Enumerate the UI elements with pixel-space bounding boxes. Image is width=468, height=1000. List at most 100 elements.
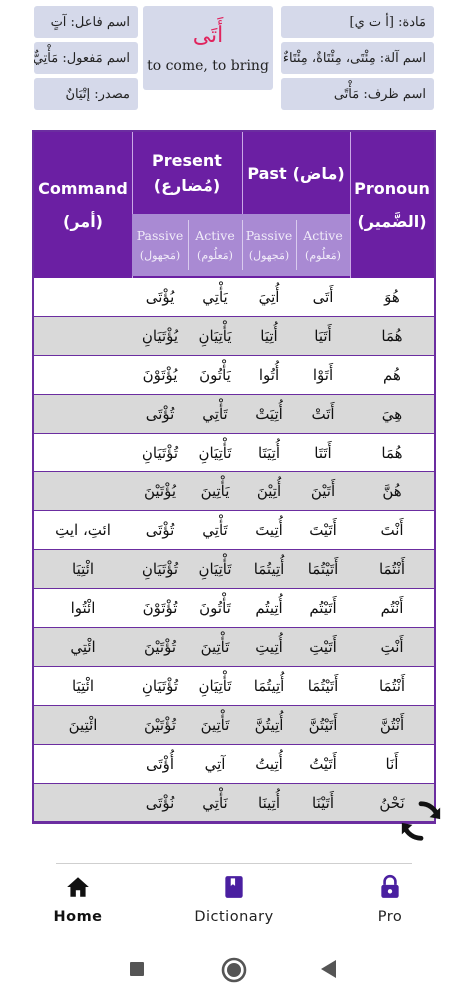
nav-dictionary-label: Dictionary [194, 909, 274, 925]
voice-subheader: Passive (مَجهول) Active (مَعلُوم) Passiv… [132, 214, 350, 276]
place-noun-box: اسم ظرف: مَأْتًى [281, 78, 434, 110]
past-active-cell: أَتَيْتِ [309, 637, 337, 656]
active-label: Active [303, 228, 343, 243]
present-active-cell: تَأْتِيَانِ [198, 676, 232, 695]
command-header-en: Command [38, 179, 128, 198]
active-label: Active [195, 228, 235, 243]
pronoun-cell: هُمَا [381, 443, 403, 462]
passive-participle-box: اسم مَفعول: مَأْتِيٌّ [34, 42, 138, 74]
present-active-cell: يَأْتِيَانِ [198, 326, 232, 345]
command-header: Command (أمر) [34, 132, 132, 278]
past-active-cell: أَتَى [312, 287, 334, 306]
bottom-navigation: Home Dictionary Pro [0, 858, 468, 942]
present-passive-header: Passive (مَجهول) [132, 214, 188, 276]
present-passive-cell: يُؤْتَوْنَ [142, 365, 178, 384]
nav-pro-label: Pro [377, 909, 403, 925]
past-active-cell: أَتَوْا [312, 365, 334, 384]
present-active-cell: تَأْتِيَانِ [198, 443, 232, 462]
table-row: أَنَا أَتَيْتُ أُتِيتُ آتِي أُؤْتَى [34, 745, 434, 784]
present-header-ar: (مُضارع) [153, 176, 221, 195]
past-passive-cell: أُتِيتَ [255, 521, 283, 540]
past-passive-header: Passive (مَجهول) [242, 214, 296, 276]
past-header: Past (ماض) [242, 132, 350, 214]
past-active-cell: أَتَيَا [314, 326, 332, 345]
past-passive-cell: أُتِيَتَا [258, 443, 280, 462]
table-row: هُم أَتَوْا أُتُوا يَأْتُونَ يُؤْتَوْنَ [34, 356, 434, 395]
present-active-cell: يَأْتِي [202, 287, 228, 306]
recents-icon[interactable] [128, 960, 146, 978]
past-active-header: Active (مَعلُوم) [296, 214, 350, 276]
present-passive-cell: أُؤْتَى [145, 754, 175, 773]
present-active-cell: تَأْتِينَ [200, 715, 230, 734]
past-active-cell: أَتَيْتُمَا [307, 560, 339, 579]
present-active-cell: آتِي [204, 754, 226, 773]
back-icon[interactable] [318, 958, 338, 980]
table-row: هِيَ أَتَتْ أُتِيَتْ تَأْتِي تُؤْتَى [34, 394, 434, 434]
past-passive-cell: أُتِينَا [258, 793, 280, 812]
present-passive-cell: تُؤْتَيَانِ [141, 443, 179, 462]
past-passive-cell: أُتِيْنَ [256, 482, 282, 501]
past-active-cell: أَتَيْنَا [312, 793, 334, 812]
past-active-cell: أَتَيْتُمَا [307, 676, 339, 695]
command-cell: ائْتِينَ [68, 715, 98, 734]
refresh-icon [401, 801, 441, 841]
conjugation-rows: هُوَ أَتَى أُتِيَ يَأْتِي يُؤْتَى هُمَا أَتَيَ… [34, 278, 434, 823]
pronoun-cell: أَنْتُمَا [378, 560, 406, 579]
present-passive-cell: تُؤْتَيَانِ [141, 560, 179, 579]
past-active-cell: أَتَيْتُنَّ [308, 715, 338, 734]
command-cell [34, 278, 132, 316]
past-active-cell: أَتَتَا [314, 443, 332, 462]
past-active-cell: أَتَيْتَ [309, 521, 337, 540]
present-passive-cell: تُؤْتَوْنَ [142, 599, 178, 618]
active-label-ar: (مَعلُوم) [197, 249, 233, 262]
present-passive-cell: نُؤْتَى [145, 793, 175, 812]
present-passive-cell: تُؤْتَى [145, 404, 175, 423]
command-cell [34, 395, 132, 433]
present-active-cell: يَأْتِينَ [200, 482, 230, 501]
past-passive-cell: أُتُوا [258, 365, 280, 384]
passive-label: Passive [245, 228, 293, 243]
past-passive-cell: أُتِيتُم [255, 599, 283, 618]
nav-home-label: Home [53, 909, 103, 925]
table-row: نَحْنُ أَتَيْنَا أُتِينَا نَأْتِي نُؤْتَى [34, 783, 434, 823]
table-row: هُنَّ أَتَيْنَ أُتِيْنَ يَأْتِينَ يُؤْتَيْنَ [34, 472, 434, 512]
present-active-header: Active (مَعلُوم) [188, 214, 242, 276]
present-active-cell: تَأْتِي [202, 521, 228, 540]
present-passive-cell: يُؤْتَى [145, 287, 175, 306]
pronoun-cell: أَنْتَ [380, 521, 404, 540]
pronoun-header-en: Pronoun [354, 179, 430, 198]
passive-label-ar: (مَجهول) [248, 249, 290, 262]
present-active-cell: تَأْتِي [202, 404, 228, 423]
present-passive-cell: يُؤْتَيْنَ [143, 482, 177, 501]
present-passive-cell: تُؤْتَيَانِ [141, 676, 179, 695]
command-cell: ائْتُوا [70, 599, 96, 618]
home-system-icon[interactable] [220, 956, 248, 984]
past-passive-cell: أُتِيتُ [255, 754, 283, 773]
table-row: أَنْتُنَّ أَتَيْتُنَّ أُتِيتُنَّ تَأْتِينَ ت… [34, 705, 434, 745]
pronoun-cell: أَنْتُمَا [378, 676, 406, 695]
root-box: مَادة: [أ ت ي] [281, 6, 434, 38]
past-active-cell: أَتَتْ [311, 404, 335, 423]
nav-home[interactable]: Home [50, 874, 106, 925]
command-cell [34, 472, 132, 510]
table-row: أَنْتَ أَتَيْتَ أُتِيتَ تَأْتِي تُؤْتَى ائتِ،… [34, 511, 434, 551]
present-header-en: Present [152, 151, 222, 170]
refresh-button[interactable] [398, 798, 444, 844]
table-row: هُوَ أَتَى أُتِيَ يَأْتِي يُؤْتَى [34, 278, 434, 317]
command-cell: ائْتِي [70, 637, 96, 656]
table-row: أَنْتِ أَتَيْتِ أُتِيتِ تَأْتِينَ تُؤْتَيْنَ… [34, 628, 434, 667]
nav-dictionary[interactable]: Dictionary [184, 874, 284, 925]
table-row: أَنْتُمَا أَتَيْتُمَا أُتِيتُمَا تَأْتِيَان… [34, 550, 434, 590]
present-active-cell: تَأْتُونَ [199, 599, 231, 618]
table-header: Command (أمر) Present (مُضارع) Past (ماض… [34, 132, 434, 278]
past-active-cell: أَتَيْتُم [309, 599, 337, 618]
main-word-box: أَتَى to come, to bring [143, 6, 273, 90]
nav-divider [56, 863, 412, 864]
command-cell [34, 784, 132, 822]
command-cell: ائْتِيَا [72, 560, 94, 579]
nav-pro[interactable]: Pro [364, 874, 416, 925]
table-row: أَنْتُمَا أَتَيْتُمَا أُتِيتُمَا تَأْتِيَان… [34, 667, 434, 706]
conjugation-table: Command (أمر) Present (مُضارع) Past (ماض… [32, 130, 436, 824]
present-active-cell: يَأْتُونَ [199, 365, 231, 384]
past-passive-cell: أُتِيَا [260, 326, 278, 345]
